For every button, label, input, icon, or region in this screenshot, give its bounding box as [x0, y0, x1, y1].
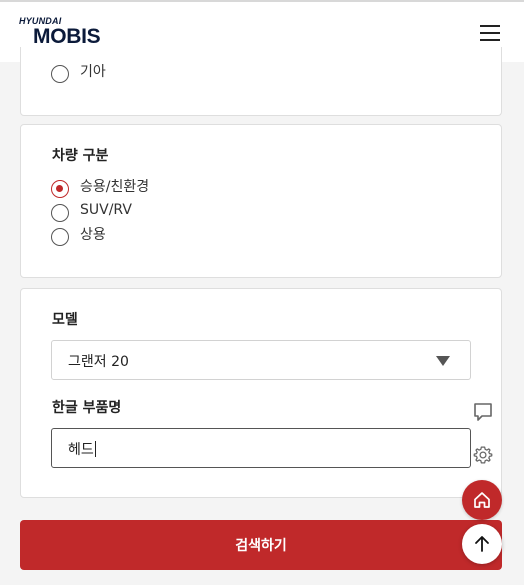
radio-button[interactable]: [51, 204, 69, 222]
vehicle-type-title: 차량 구분: [52, 148, 109, 164]
home-icon: [474, 492, 490, 508]
scroll-to-top-button[interactable]: [462, 524, 502, 564]
radio-button[interactable]: [51, 65, 69, 83]
radio-option-passenger[interactable]: 승용/친환경: [51, 179, 149, 199]
radio-label: SUV/RV: [80, 202, 132, 218]
model-search-card: 모델 그랜저 20 한글 부품명 헤드: [20, 288, 502, 498]
radio-button-checked[interactable]: [51, 180, 69, 198]
radio-option-commercial[interactable]: 상용: [51, 227, 106, 247]
radio-option-suv-rv[interactable]: SUV/RV: [51, 202, 132, 223]
gear-icon[interactable]: [473, 445, 493, 465]
radio-button[interactable]: [51, 228, 69, 246]
hamburger-menu-icon[interactable]: [480, 23, 502, 41]
radio-label: 상용: [80, 227, 106, 243]
search-button[interactable]: 검색하기: [20, 520, 502, 570]
radio-label: 승용/친환경: [80, 179, 150, 195]
model-select-value: 그랜저 20: [68, 354, 129, 370]
model-title: 모델: [52, 312, 78, 328]
arrow-up-icon: [475, 536, 489, 552]
dropdown-arrow-icon: [436, 356, 450, 366]
home-button[interactable]: [462, 480, 502, 520]
vehicle-type-card: 차량 구분 승용/친환경 SUV/RV 상용: [20, 124, 502, 278]
part-name-input-value: 헤드: [68, 441, 96, 458]
part-name-input[interactable]: 헤드: [51, 428, 471, 468]
maker-card: 기아: [20, 47, 502, 116]
radio-option-kia[interactable]: 기아: [51, 64, 106, 84]
radio-label: 기아: [80, 64, 106, 80]
hyundai-mobis-logo[interactable]: HYUNDAI MOBIS: [19, 16, 101, 48]
text-caret: [94, 441, 96, 457]
model-select[interactable]: 그랜저 20: [51, 340, 471, 380]
logo-brand-main: MOBIS: [33, 25, 101, 48]
part-name-title: 한글 부품명: [52, 400, 122, 416]
chat-bubble-icon[interactable]: [473, 402, 493, 422]
